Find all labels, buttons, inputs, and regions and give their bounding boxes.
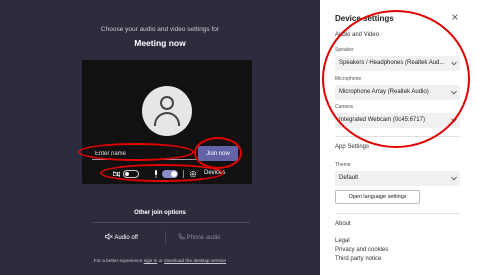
audio-off-label: Audio off [114, 235, 138, 241]
devices-label[interactable]: Devices [204, 170, 225, 176]
other-join-options-title: Other join options [134, 210, 186, 216]
app-settings-header: App Settings [335, 144, 370, 150]
microphone-label: Microphone [335, 76, 362, 82]
gear-icon[interactable] [189, 170, 197, 178]
options-divider [165, 231, 166, 245]
speaker-label: Speaker [335, 47, 354, 53]
audio-off-option[interactable]: Audio off [105, 233, 150, 243]
download-desktop-link[interactable]: download the desktop version [164, 258, 226, 263]
camera-label: Camera [335, 104, 353, 110]
controls-divider [183, 170, 184, 178]
footer-text: For a better experience sign in or downl… [0, 258, 320, 263]
join-now-button[interactable]: Join now [198, 146, 238, 161]
phone-audio-label: Phone audio [186, 235, 221, 241]
privacy-link[interactable]: Privacy and cookies [335, 247, 388, 253]
sign-in-link[interactable]: sign in [144, 258, 158, 263]
about-header: About [335, 221, 351, 227]
media-controls: Devices [82, 166, 252, 182]
camera-value: Integrated Webcam (0c45:6717) [339, 117, 425, 123]
audio-video-header: Audio and Video [335, 32, 379, 38]
avatar-head [160, 96, 174, 110]
avatar-body [154, 112, 180, 126]
meeting-title: Meeting now [134, 38, 186, 48]
microphone-toggle[interactable] [162, 170, 178, 178]
speaker-select[interactable]: Speakers / Headphones (Realtek Aud... [335, 56, 460, 71]
section-divider [335, 136, 460, 137]
section-divider [335, 213, 460, 214]
theme-value: Default [339, 175, 359, 181]
theme-select[interactable]: Default [335, 171, 460, 186]
chevron-down-icon [451, 90, 457, 95]
microphone-value: Microphone Array (Realtek Audio) [339, 89, 429, 95]
theme-label: Theme [335, 162, 351, 168]
chevron-down-icon [451, 118, 457, 123]
camera-off-icon [113, 171, 120, 177]
chevron-down-icon [451, 61, 457, 66]
options-line [92, 222, 250, 223]
camera-select[interactable]: Integrated Webcam (0c45:6717) [335, 113, 460, 128]
footer-middle: or [158, 258, 163, 263]
phone-audio-option[interactable]: Phone audio [178, 233, 233, 243]
phone-icon [178, 233, 185, 240]
third-party-link[interactable]: Third party notice [335, 256, 381, 262]
speaker-value: Speakers / Headphones (Realtek Aud... [339, 60, 445, 66]
microphone-select[interactable]: Microphone Array (Realtek Audio) [335, 85, 460, 100]
device-settings-panel: Device settings Audio and Video Speaker … [320, 0, 498, 275]
prejoin-subtitle: Choose your audio and video settings for [100, 26, 220, 33]
camera-toggle[interactable] [123, 170, 139, 178]
microphone-icon [155, 170, 157, 178]
device-settings-title: Device settings [335, 14, 394, 23]
footer-prefix: For a better experience [93, 258, 143, 263]
chevron-down-icon [451, 176, 457, 181]
toggle-knob [171, 171, 177, 177]
toggle-knob [125, 172, 129, 176]
name-input[interactable] [92, 148, 199, 160]
close-icon[interactable] [452, 14, 458, 20]
speaker-muted-icon [105, 233, 113, 240]
open-language-settings-button[interactable]: Open language settings [335, 190, 420, 204]
legal-link[interactable]: Legal [335, 238, 350, 244]
avatar [142, 86, 192, 136]
